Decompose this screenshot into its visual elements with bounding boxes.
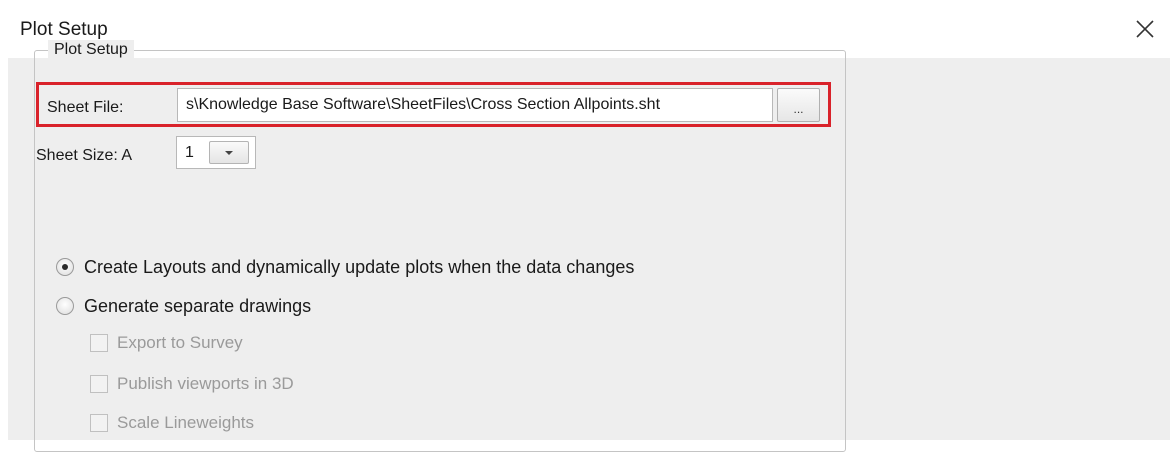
- checkbox-scale-lineweights-label: Scale Lineweights: [117, 413, 255, 432]
- sheet-size-label: Sheet Size: A: [36, 147, 133, 164]
- sheet-file-field[interactable]: s\Knowledge Base Software\SheetFiles\Cro…: [177, 88, 773, 122]
- sheet-size-select[interactable]: 1: [176, 136, 256, 169]
- checkbox: [90, 414, 108, 432]
- radio-button-selected[interactable]: [56, 258, 74, 276]
- checkbox-export-survey-label: Export to Survey: [117, 333, 243, 352]
- window-title: Plot Setup: [20, 19, 108, 40]
- chevron-down-icon: [225, 151, 233, 155]
- checkbox-publish-3d-label: Publish viewports in 3D: [117, 374, 294, 393]
- radio-dot: [62, 264, 68, 270]
- checkbox: [90, 375, 108, 393]
- sheet-file-label: Sheet File:: [47, 99, 124, 116]
- radio-create-layouts-label: Create Layouts and dynamically update pl…: [84, 257, 635, 277]
- radio-generate-drawings-label: Generate separate drawings: [84, 296, 312, 316]
- checkbox: [90, 334, 108, 352]
- sheet-size-value: 1: [185, 144, 194, 161]
- close-icon[interactable]: [1133, 17, 1157, 41]
- radio-button[interactable]: [56, 297, 74, 315]
- browse-button[interactable]: ...: [777, 88, 820, 122]
- sheet-size-dropdown-button[interactable]: [209, 141, 249, 164]
- group-label: Plot Setup: [48, 40, 134, 60]
